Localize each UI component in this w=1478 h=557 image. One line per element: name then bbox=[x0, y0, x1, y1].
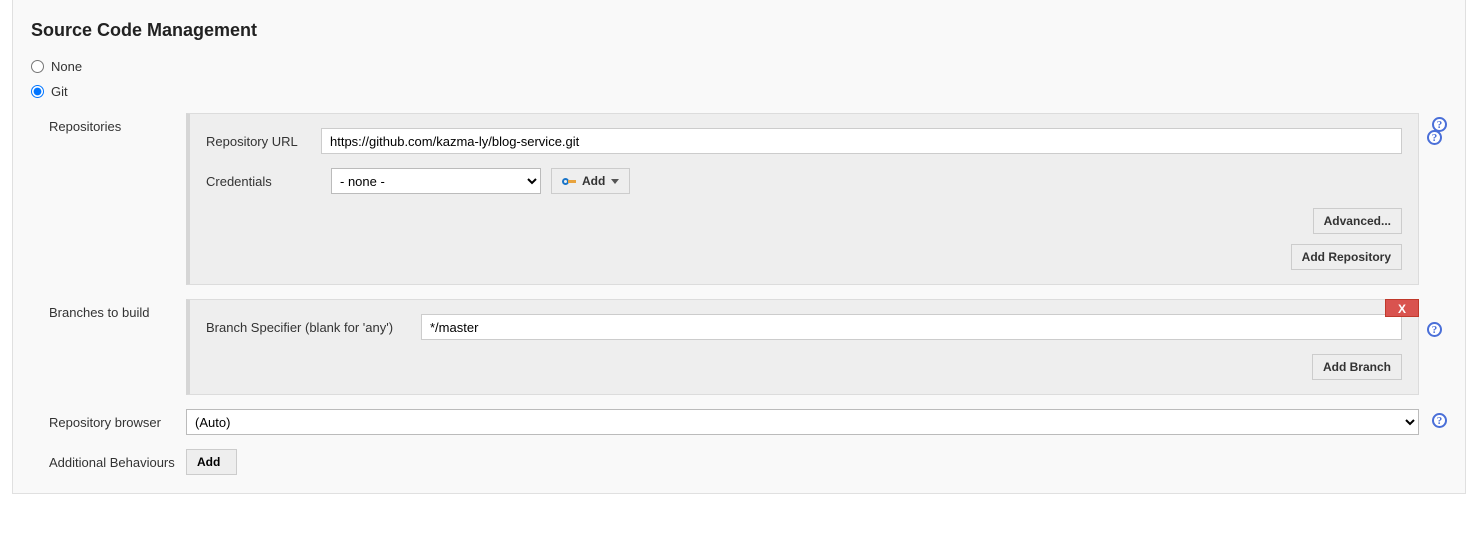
repository-panel: ? Repository URL Credentials - none - Ad… bbox=[186, 113, 1419, 285]
repositories-label: Repositories bbox=[31, 113, 186, 134]
branch-specifier-input[interactable] bbox=[421, 314, 1402, 340]
help-icon[interactable]: ? bbox=[1432, 413, 1447, 428]
scm-option-git-row: Git bbox=[31, 84, 1447, 99]
credentials-select[interactable]: - none - bbox=[331, 168, 541, 194]
scm-label-none[interactable]: None bbox=[51, 59, 82, 74]
caret-down-icon bbox=[611, 179, 619, 184]
credentials-label: Credentials bbox=[206, 174, 321, 189]
scm-radio-none[interactable] bbox=[31, 60, 44, 73]
key-icon bbox=[562, 176, 576, 186]
scm-section: Source Code Management None Git Reposito… bbox=[12, 0, 1466, 494]
help-icon[interactable]: ? bbox=[1427, 322, 1442, 337]
repositories-row: Repositories ? ? Repository URL Credenti… bbox=[31, 113, 1447, 285]
section-title: Source Code Management bbox=[31, 20, 1447, 41]
add-behaviour-button[interactable]: Add bbox=[186, 449, 237, 475]
additional-behaviours-label: Additional Behaviours bbox=[31, 449, 186, 470]
additional-behaviours-row: Additional Behaviours Add bbox=[31, 449, 1447, 475]
repo-browser-label: Repository browser bbox=[31, 409, 186, 430]
add-branch-button[interactable]: Add Branch bbox=[1312, 354, 1402, 380]
repo-browser-select[interactable]: (Auto) bbox=[186, 409, 1419, 435]
repo-url-input[interactable] bbox=[321, 128, 1402, 154]
branch-specifier-label: Branch Specifier (blank for 'any') bbox=[206, 320, 421, 335]
delete-branch-button[interactable]: X bbox=[1385, 299, 1419, 317]
add-repository-button[interactable]: Add Repository bbox=[1291, 244, 1402, 270]
scm-label-git[interactable]: Git bbox=[51, 84, 68, 99]
scm-radio-git[interactable] bbox=[31, 85, 44, 98]
add-cred-label: Add bbox=[582, 174, 605, 188]
add-credentials-button[interactable]: Add bbox=[551, 168, 630, 194]
scm-option-none-row: None bbox=[31, 59, 1447, 74]
branches-row: Branches to build X ? Branch Specifier (… bbox=[31, 299, 1447, 395]
repo-url-label: Repository URL bbox=[206, 134, 321, 149]
branches-label: Branches to build bbox=[31, 299, 186, 320]
advanced-button[interactable]: Advanced... bbox=[1313, 208, 1402, 234]
branch-panel: X ? Branch Specifier (blank for 'any') A… bbox=[186, 299, 1419, 395]
add-behaviour-label: Add bbox=[197, 455, 220, 469]
repo-browser-row: Repository browser ? (Auto) bbox=[31, 409, 1447, 435]
help-icon[interactable]: ? bbox=[1427, 130, 1442, 145]
